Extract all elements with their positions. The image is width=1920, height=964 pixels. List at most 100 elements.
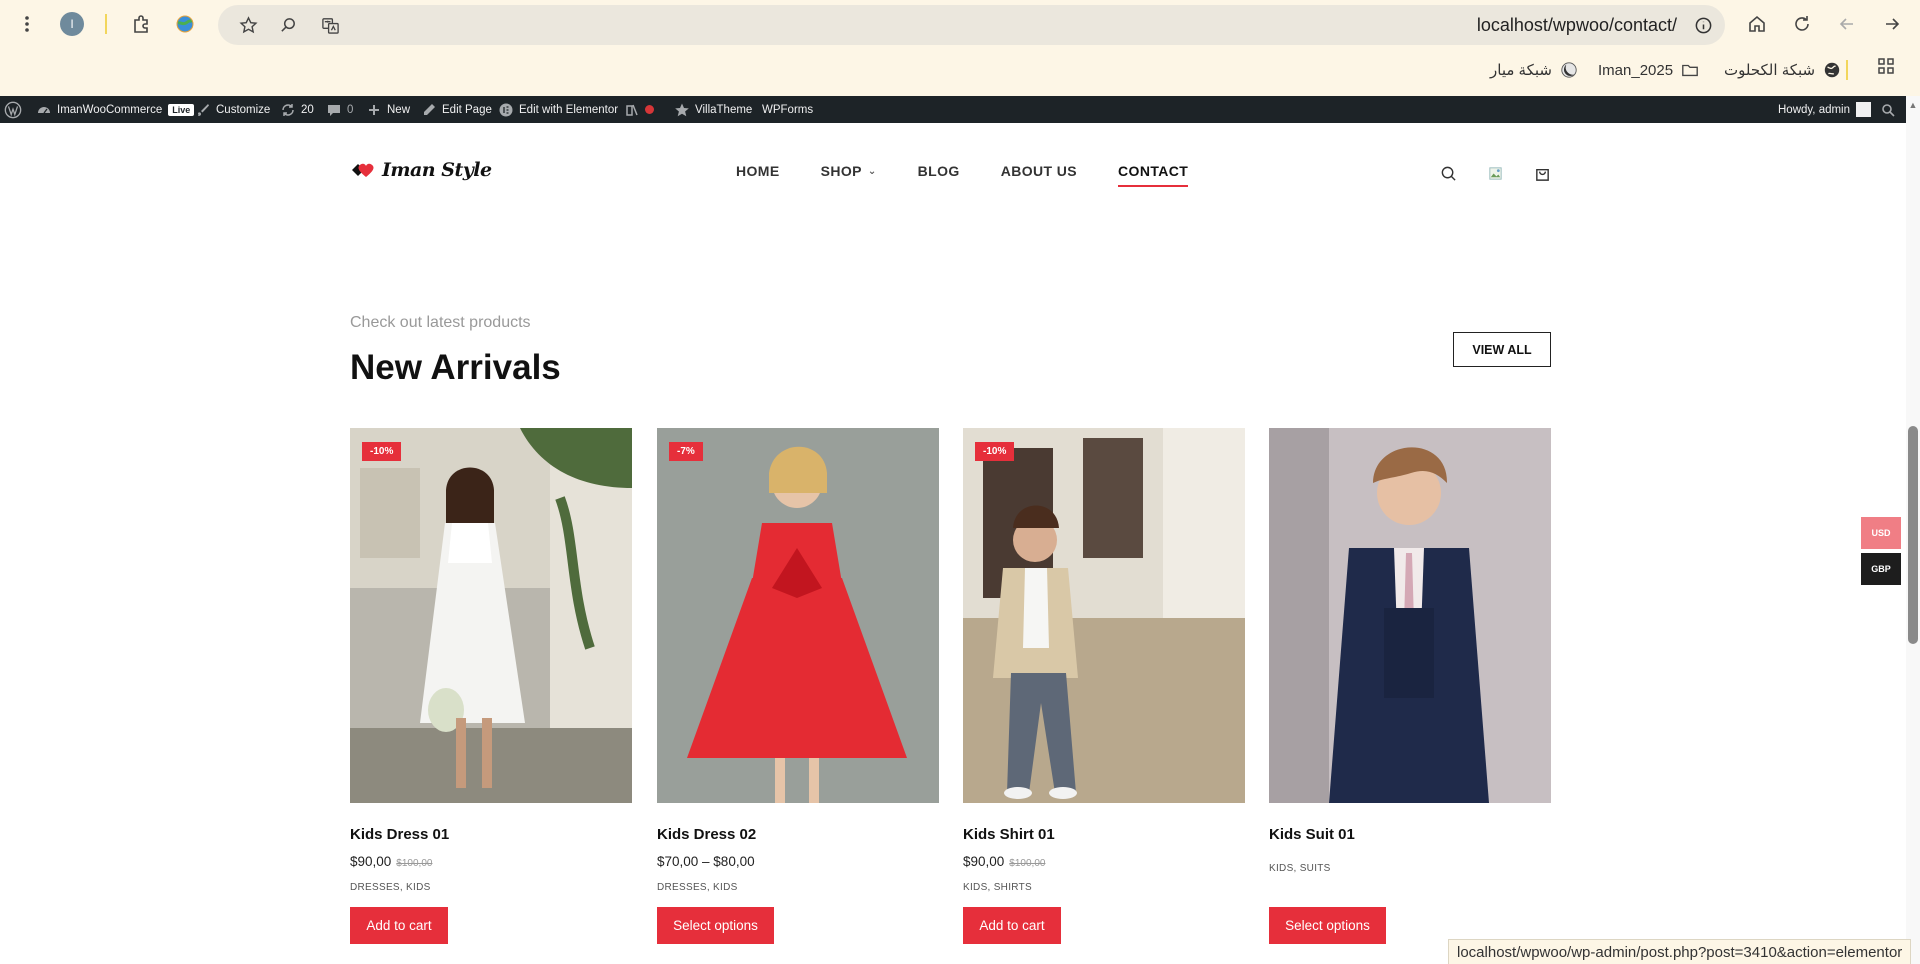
admin-search[interactable]: [1881, 96, 1895, 123]
old-price: $100,00: [396, 858, 433, 869]
browser-chrome: I localhost/wpwoo/contact/ شبكة الكحلوت …: [0, 0, 1920, 96]
zoom-icon[interactable]: [272, 9, 304, 41]
product-image[interactable]: -10%: [350, 428, 632, 803]
product-categories[interactable]: KIDS, SUITS: [1269, 863, 1551, 874]
new-content-menu[interactable]: New: [367, 96, 410, 123]
scrollbar-thumb[interactable]: [1908, 426, 1918, 644]
bookmarks-divider: [1846, 60, 1848, 80]
boy-suit-photo: [1269, 428, 1551, 803]
wpforms-menu[interactable]: WPForms: [762, 96, 813, 123]
customize-link[interactable]: Customize: [196, 96, 270, 123]
product-image[interactable]: -7%: [657, 428, 939, 803]
updates-link[interactable]: 20: [281, 96, 314, 123]
my-account-menu[interactable]: Howdy, admin: [1778, 96, 1872, 123]
address-bar[interactable]: localhost/wpwoo/contact/: [218, 5, 1725, 45]
product-card: Kids Suit 01 KIDS, SUITS Select options: [1269, 428, 1551, 944]
select-options-button[interactable]: Select options: [657, 907, 774, 944]
extension-globe-icon[interactable]: [169, 8, 201, 40]
reload-icon[interactable]: [1786, 8, 1818, 40]
nav-label: CONTACT: [1118, 163, 1189, 179]
forward-icon[interactable]: [1831, 8, 1863, 40]
live-badge: Live: [168, 103, 195, 116]
profile-button[interactable]: I: [56, 8, 88, 40]
wp-logo-menu[interactable]: [4, 96, 22, 123]
product-name[interactable]: Kids Dress 01: [350, 826, 632, 843]
bookmark-item-1[interactable]: Iman_2025: [1598, 58, 1699, 82]
browser-menu-icon[interactable]: [11, 8, 43, 40]
boy-shirt-photo: [963, 428, 1245, 803]
add-to-cart-button[interactable]: Add to cart: [963, 907, 1061, 944]
back-icon[interactable]: [1876, 8, 1908, 40]
site-name-menu[interactable]: ImanWooCommerce Live: [37, 96, 195, 123]
globe-icon: [1824, 62, 1840, 78]
edit-elementor-link[interactable]: Edit with Elementor: [499, 96, 618, 123]
product-image[interactable]: -10%: [963, 428, 1245, 803]
customize-label: Customize: [216, 103, 271, 116]
product-categories[interactable]: KIDS, SHIRTS: [963, 882, 1245, 893]
site-info-icon[interactable]: [1687, 9, 1719, 41]
search-icon: [1881, 103, 1895, 117]
girl-white-dress-photo: [350, 428, 632, 803]
bookmark-label: شبكة ميار: [1490, 62, 1552, 79]
product-name[interactable]: Kids Suit 01: [1269, 826, 1551, 843]
bookmarks-bar: شبكة الكحلوت Iman_2025 شبكة ميار: [0, 52, 1920, 88]
site-logo[interactable]: Iman Style: [350, 159, 492, 181]
section-title: New Arrivals: [350, 348, 561, 387]
toolbar-divider: [105, 14, 107, 34]
bookmark-item-2[interactable]: شبكة ميار: [1490, 58, 1578, 82]
sale-badge: -7%: [669, 442, 703, 461]
extensions-icon[interactable]: [125, 8, 157, 40]
nav-item-contact[interactable]: CONTACT: [1118, 163, 1189, 187]
product-price: $70,00 – $80,00: [657, 854, 939, 870]
villatheme-menu[interactable]: VillaTheme: [675, 96, 752, 123]
translate-icon[interactable]: [314, 9, 346, 41]
comments-link[interactable]: 0: [327, 96, 353, 123]
wp-admin-bar: ImanWooCommerce Live Customize 20 0 New …: [0, 96, 1920, 123]
logo-hearts-icon: [352, 163, 374, 177]
seo-menu[interactable]: [625, 96, 654, 123]
nav-label: ABOUT US: [1000, 163, 1078, 179]
currency-usd[interactable]: USD: [1861, 517, 1901, 549]
wordpress-icon: [4, 101, 22, 119]
updates-icon: [281, 103, 295, 117]
product-categories[interactable]: DRESSES, KIDS: [657, 882, 939, 893]
select-options-button[interactable]: Select options: [1269, 907, 1386, 944]
product-card: -7% Kids Dress 02 $70,00 – $80,00 DRESSE…: [657, 428, 939, 944]
home-icon[interactable]: [1741, 8, 1773, 40]
nav-item-blog[interactable]: BLOG: [918, 163, 960, 187]
apps-grid-icon[interactable]: [1870, 50, 1902, 82]
add-to-cart-button[interactable]: Add to cart: [350, 907, 448, 944]
view-all-button[interactable]: VIEW ALL: [1453, 332, 1551, 367]
cart-bag-icon[interactable]: [1531, 162, 1553, 184]
product-categories[interactable]: DRESSES, KIDS: [350, 882, 632, 893]
nav-item-shop[interactable]: SHOP ⌄: [821, 163, 877, 187]
nav-item-home[interactable]: HOME: [736, 163, 780, 187]
logo-text: Iman Style: [382, 159, 492, 181]
edit-page-label: Edit Page: [442, 103, 492, 116]
profile-avatar: I: [60, 12, 84, 36]
scroll-up-arrow-icon[interactable]: ▲: [1906, 98, 1920, 112]
nav-item-about[interactable]: ABOUT US: [1001, 163, 1077, 187]
currency-gbp[interactable]: GBP: [1861, 553, 1901, 585]
villatheme-label: VillaTheme: [695, 103, 753, 116]
product-card: -10% Kids Shirt 01 $90,00 $100,00 KIDS, …: [963, 428, 1245, 944]
site-header: Iman Style HOME SHOP ⌄ BLOG ABOUT US CONT…: [0, 123, 1910, 219]
product-name[interactable]: Kids Dress 02: [657, 826, 939, 843]
product-name[interactable]: Kids Shirt 01: [963, 826, 1245, 843]
sale-badge: -10%: [975, 442, 1015, 461]
header-search-icon[interactable]: [1437, 162, 1459, 184]
elementor-icon: [499, 103, 513, 117]
bookmark-item-0[interactable]: شبكة الكحلوت: [1724, 58, 1841, 82]
bookmark-star-icon[interactable]: [232, 9, 264, 41]
new-label: New: [387, 103, 411, 116]
current-price: $90,00: [350, 854, 392, 869]
nav-label: HOME: [736, 163, 780, 179]
product-image[interactable]: [1269, 428, 1551, 803]
site-name-label: ImanWooCommerce: [57, 103, 163, 116]
account-image-icon[interactable]: [1484, 162, 1506, 184]
pencil-icon: [422, 103, 436, 117]
product-card: -10% Kids Dress 01 $90,00 $100,00 DRESSE…: [350, 428, 632, 944]
edit-page-link[interactable]: Edit Page: [422, 96, 492, 123]
howdy-label: Howdy, admin: [1778, 103, 1851, 116]
wpforms-label: WPForms: [762, 103, 814, 116]
